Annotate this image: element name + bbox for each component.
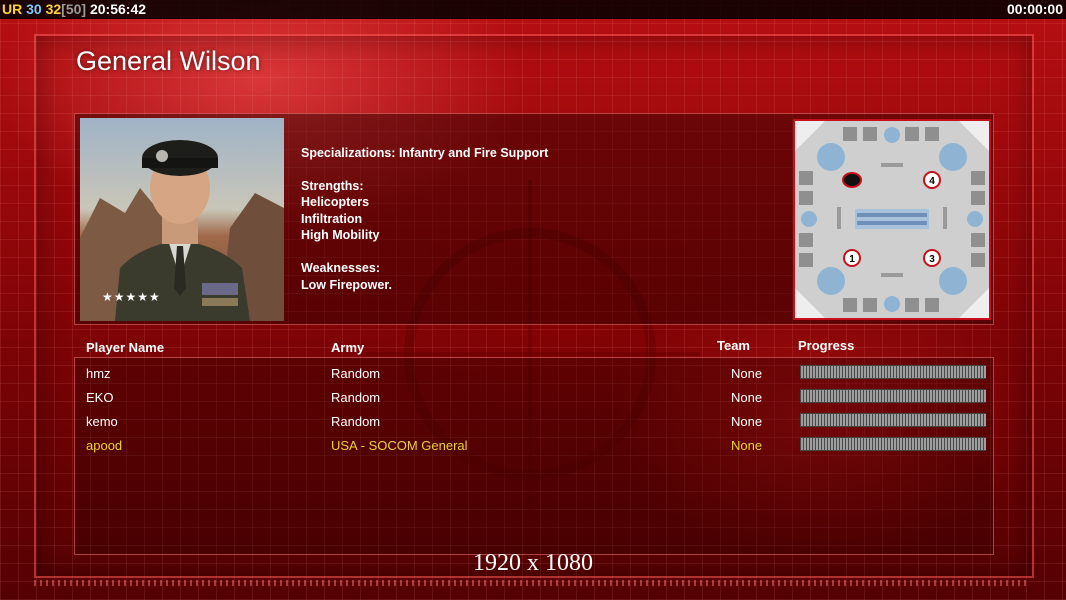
hud-timer: 00:00:00 [1006, 1, 1063, 17]
start-position-1-marker: 1 [843, 249, 861, 267]
player-army: Random [331, 414, 381, 429]
weaknesses-title: Weaknesses: [301, 260, 380, 275]
strengths-title: Strengths: [301, 178, 364, 193]
general-description: Specializations: Infantry and Fire Suppo… [301, 145, 548, 293]
player-army: Random [331, 366, 381, 381]
player-army: Random [331, 390, 381, 405]
svg-text:1: 1 [849, 254, 855, 265]
load-progress-fill [800, 414, 986, 426]
load-progress-bar [800, 413, 986, 427]
hud-overlay-bar: UR 30 32[50] 20:56:42 00:00:00 [0, 0, 1066, 19]
load-progress-bar [800, 365, 986, 379]
load-progress-fill [800, 438, 986, 450]
bottom-tick-decoration [34, 580, 1030, 586]
player-name: hmz [86, 366, 111, 381]
header-army: Army [331, 340, 365, 355]
specializations-text: Specializations: Infantry and Fire Suppo… [301, 146, 549, 160]
strength-item: Helicopters [301, 195, 370, 210]
player-team: None [731, 366, 763, 381]
load-progress-fill [800, 366, 986, 378]
map-preview: 4 1 3 [793, 119, 991, 320]
svg-text:3: 3 [929, 254, 935, 265]
load-progress-fill [800, 390, 986, 402]
rank-stars: ★★★★★ [102, 290, 161, 304]
start-position-marker-empty [842, 172, 862, 188]
player-team: None [731, 390, 763, 405]
player-name: kemo [86, 414, 118, 429]
hud-fps-current: 32 [45, 1, 62, 17]
player-team: None [731, 438, 763, 453]
crosshair-horizontal-line [360, 352, 700, 356]
resolution-label: 1920 x 1080 [473, 550, 593, 576]
strength-item: Infiltration [301, 211, 363, 226]
general-portrait: ★★★★★ [80, 118, 284, 321]
player-name: EKO [86, 390, 114, 405]
map-preview-drawing: 4 1 3 [795, 121, 989, 318]
header-team: Team [717, 338, 750, 353]
hud-clock: 20:56:42 [89, 1, 147, 17]
hud-fps: 30 [26, 1, 42, 17]
load-progress-bar [800, 437, 986, 451]
hud-label: UR [2, 1, 23, 17]
general-name-title: General Wilson [76, 46, 261, 76]
start-position-3-marker: 3 [923, 249, 941, 267]
header-player-name: Player Name [86, 340, 165, 355]
hud-left: UR 30 32[50] 20:56:42 [2, 0, 146, 19]
player-team: None [731, 414, 763, 429]
hud-fps-limit: [50] [61, 1, 87, 17]
svg-text:4: 4 [929, 176, 935, 187]
header-progress: Progress [798, 338, 855, 353]
start-position-4-marker: 4 [923, 171, 941, 189]
strength-item: High Mobility [301, 228, 380, 243]
load-progress-bar [800, 389, 986, 403]
player-army: USA - SOCOM General [331, 438, 468, 453]
weakness-item: Low Firepower. [301, 277, 392, 292]
player-name: apood [86, 438, 123, 453]
